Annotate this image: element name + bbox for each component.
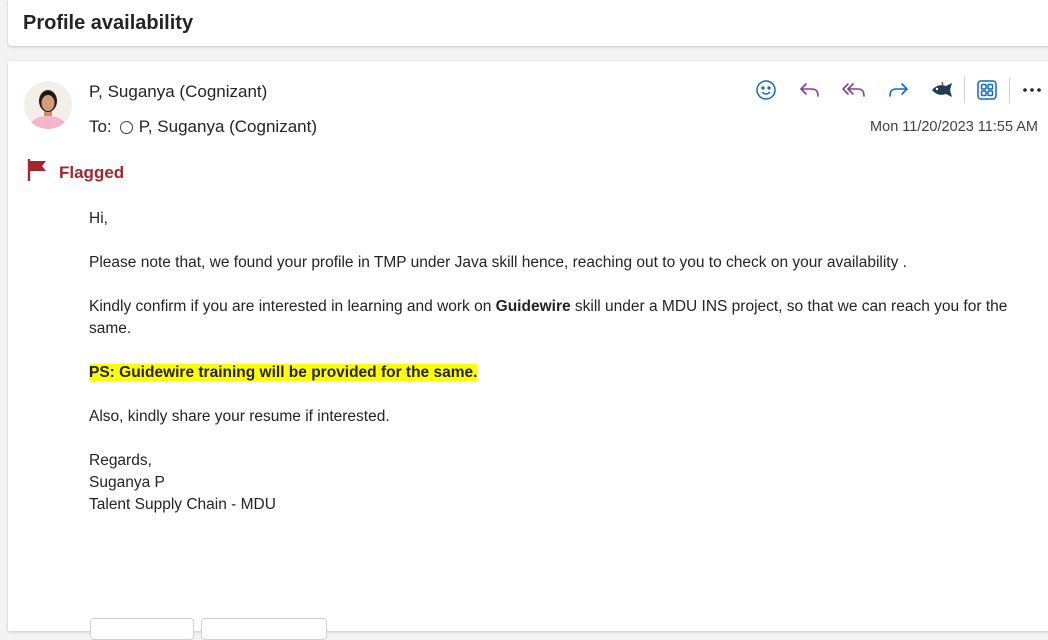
forward-action-button[interactable] xyxy=(201,618,327,640)
to-label: To: xyxy=(89,117,112,136)
closing: Regards, xyxy=(89,452,152,469)
phish-report-icon[interactable] xyxy=(920,76,964,104)
recipients-line: To: P, Suganya (Cognizant) xyxy=(89,117,317,137)
flag-status: Flagged xyxy=(27,158,125,186)
guidewire-bold: Guidewire xyxy=(495,298,571,315)
flag-label: Flagged xyxy=(59,162,125,182)
sender-name[interactable]: P, Suganya (Cognizant) xyxy=(89,82,267,102)
body-paragraph: Please note that, we found your profile … xyxy=(89,254,907,271)
body-paragraph: Kindly confirm if you are interested in … xyxy=(89,296,1044,340)
ps-highlight: PS: Guidewire training will be provided … xyxy=(89,364,478,381)
ps-paragraph: PS: Guidewire training will be provided … xyxy=(89,362,1044,384)
reply-action-button[interactable] xyxy=(90,618,194,640)
forward-icon[interactable] xyxy=(876,76,920,104)
email-subject: Profile availability xyxy=(23,12,194,34)
smiley-icon[interactable] xyxy=(744,76,788,104)
reply-icon[interactable] xyxy=(788,76,832,104)
sent-timestamp: Mon 11/20/2023 11:55 AM xyxy=(870,119,1038,135)
message-pane: P, Suganya (Cognizant) To: P, Suganya (C… xyxy=(8,61,1048,640)
reply-all-icon[interactable] xyxy=(832,76,876,104)
flag-icon xyxy=(27,158,47,186)
apps-icon[interactable] xyxy=(965,76,1009,104)
sender-avatar[interactable] xyxy=(24,81,72,129)
body-text-run: Kindly confirm if you are interested in … xyxy=(89,298,496,315)
signature: Regards, Suganya P Talent Supply Chain -… xyxy=(89,450,1044,516)
message-body: Hi, Please note that, we found your prof… xyxy=(89,208,1044,516)
subject-header: Profile availability xyxy=(8,0,1048,46)
signature-name: Suganya P xyxy=(89,474,165,491)
signature-team: Talent Supply Chain - MDU xyxy=(89,496,276,513)
greeting: Hi, xyxy=(89,210,108,227)
recipient-name[interactable]: P, Suganya (Cognizant) xyxy=(139,117,317,137)
presence-status-icon xyxy=(119,120,133,134)
body-paragraph: Also, kindly share your resume if intere… xyxy=(89,408,390,425)
more-icon[interactable] xyxy=(1010,76,1048,104)
message-toolbar xyxy=(744,76,1048,104)
